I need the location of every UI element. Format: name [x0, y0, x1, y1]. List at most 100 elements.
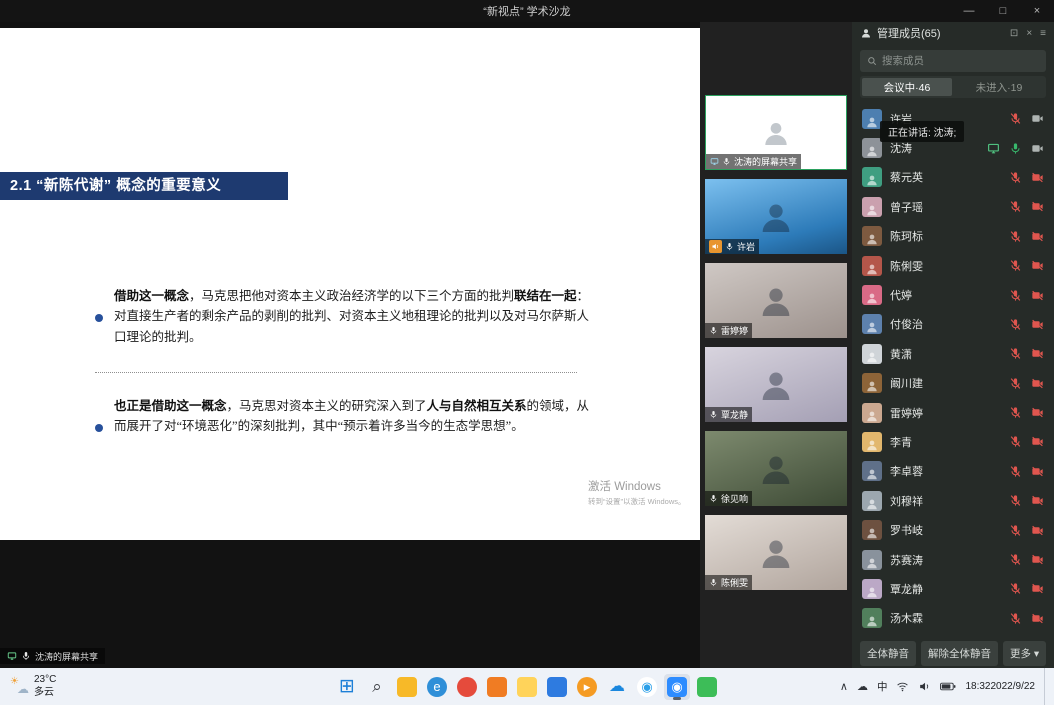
video-tile[interactable]: 覃龙静: [705, 347, 847, 422]
member-row[interactable]: 曾子瑶: [852, 192, 1054, 221]
camera-icon[interactable]: [1031, 259, 1044, 272]
battery-icon[interactable]: [940, 682, 956, 691]
mic-icon[interactable]: [1009, 171, 1022, 184]
mic-icon[interactable]: [1009, 318, 1022, 331]
mic-icon[interactable]: [1009, 435, 1022, 448]
app-glyph: ▸: [577, 677, 597, 697]
camera-icon[interactable]: [1031, 347, 1044, 360]
taskbar-app-icon[interactable]: [484, 674, 510, 700]
camera-icon[interactable]: [1031, 112, 1044, 125]
mic-icon[interactable]: [1009, 230, 1022, 243]
mic-icon[interactable]: [1009, 406, 1022, 419]
taskbar-app-icon[interactable]: ⌕: [364, 674, 390, 700]
mic-icon[interactable]: [1009, 524, 1022, 537]
mic-icon[interactable]: [1009, 553, 1022, 566]
mic-icon[interactable]: [1009, 347, 1022, 360]
taskbar-app-icon[interactable]: e: [424, 674, 450, 700]
clock-date: 2022/9/22: [991, 680, 1036, 693]
camera-icon[interactable]: [1031, 200, 1044, 213]
camera-icon[interactable]: [1031, 289, 1044, 302]
taskbar-app-icon[interactable]: [454, 674, 480, 700]
taskbar-app-icon[interactable]: ◉: [664, 674, 690, 700]
volume-icon[interactable]: [918, 680, 931, 693]
mic-icon[interactable]: [1009, 377, 1022, 390]
video-tile[interactable]: 徐见响: [705, 431, 847, 506]
member-action-button[interactable]: 全体静音: [860, 641, 916, 666]
mic-icon[interactable]: [1009, 259, 1022, 272]
member-row[interactable]: 罗书岐: [852, 515, 1054, 544]
member-row[interactable]: 李青: [852, 427, 1054, 456]
mic-icon[interactable]: [1009, 582, 1022, 595]
member-row[interactable]: 陈俐雯: [852, 251, 1054, 280]
taskbar-app-icon[interactable]: ⊞: [334, 674, 360, 700]
video-tile[interactable]: 雷婷婷: [705, 263, 847, 338]
member-row[interactable]: 蔡元英: [852, 163, 1054, 192]
member-row[interactable]: 阚川建: [852, 369, 1054, 398]
mic-icon[interactable]: [1009, 112, 1022, 125]
camera-icon[interactable]: [1031, 318, 1044, 331]
minimize-button[interactable]: —: [952, 0, 986, 22]
taskbar-app-icon[interactable]: [514, 674, 540, 700]
taskbar-app-icon[interactable]: [544, 674, 570, 700]
clock[interactable]: 18:32 2022/9/22: [965, 680, 1035, 693]
mic-icon[interactable]: [1009, 465, 1022, 478]
member-row[interactable]: 刘穆祥: [852, 486, 1054, 515]
taskbar-app-icon[interactable]: ◉: [634, 674, 660, 700]
camera-icon[interactable]: [1031, 465, 1044, 478]
camera-icon[interactable]: [1031, 406, 1044, 419]
taskbar-app-icon[interactable]: ▸: [574, 674, 600, 700]
show-desktop-button[interactable]: [1044, 668, 1048, 705]
close-panel-icon[interactable]: ×: [1026, 28, 1032, 39]
member-action-button[interactable]: 解除全体静音: [921, 641, 998, 666]
wifi-icon[interactable]: [896, 680, 909, 693]
taskbar-app-icon[interactable]: ☁: [604, 674, 630, 700]
video-tile[interactable]: 沈涛的屏幕共享: [705, 95, 847, 170]
member-row[interactable]: 黄潇: [852, 339, 1054, 368]
chevron-up-icon[interactable]: ∧: [840, 680, 848, 693]
app-glyph: [487, 677, 507, 697]
camera-icon[interactable]: [1031, 524, 1044, 537]
video-tile[interactable]: 陈俐雯: [705, 515, 847, 590]
panel-menu-icon[interactable]: ≡: [1040, 28, 1046, 39]
mic-icon[interactable]: [1009, 494, 1022, 507]
member-row[interactable]: 汤木霖: [852, 604, 1054, 632]
weather-widget[interactable]: ☀☁ 23°C 多云: [0, 674, 66, 699]
tile-label: 沈涛的屏幕共享: [706, 154, 801, 169]
close-button[interactable]: ×: [1020, 0, 1054, 22]
member-search-input[interactable]: [882, 55, 1039, 67]
member-row[interactable]: 雷婷婷: [852, 398, 1054, 427]
person-silhouette-icon: [760, 117, 792, 149]
participant-name: 雷婷婷: [721, 324, 748, 337]
camera-icon[interactable]: [1031, 494, 1044, 507]
member-row[interactable]: 陈珂标: [852, 222, 1054, 251]
member-action-button[interactable]: 更多 ▾: [1003, 641, 1046, 666]
tab-in-meeting[interactable]: 会议中·46: [862, 78, 952, 96]
camera-icon[interactable]: [1031, 142, 1044, 155]
camera-icon[interactable]: [1031, 230, 1044, 243]
ime-indicator[interactable]: 中: [877, 679, 888, 694]
popout-icon[interactable]: ⊡: [1010, 28, 1018, 39]
mic-icon[interactable]: [1009, 612, 1022, 625]
mic-icon[interactable]: [1009, 200, 1022, 213]
camera-icon[interactable]: [1031, 171, 1044, 184]
member-row[interactable]: 付俊治: [852, 310, 1054, 339]
member-row[interactable]: 苏赛涛: [852, 545, 1054, 574]
camera-icon[interactable]: [1031, 553, 1044, 566]
onedrive-cloud-icon[interactable]: ☁: [857, 680, 868, 693]
camera-icon[interactable]: [1031, 435, 1044, 448]
camera-icon[interactable]: [1031, 377, 1044, 390]
member-row[interactable]: 李卓蓉: [852, 457, 1054, 486]
tab-not-joined[interactable]: 未进入·19: [954, 78, 1044, 96]
member-search-box[interactable]: [860, 50, 1046, 72]
taskbar-app-icon[interactable]: [394, 674, 420, 700]
camera-icon[interactable]: [1031, 582, 1044, 595]
taskbar-app-icon[interactable]: [694, 674, 720, 700]
video-tile[interactable]: 许岩: [705, 179, 847, 254]
mic-icon[interactable]: [1009, 142, 1022, 155]
mic-icon[interactable]: [1009, 289, 1022, 302]
member-row[interactable]: 代婷: [852, 280, 1054, 309]
camera-icon[interactable]: [1031, 612, 1044, 625]
desktop: “新视点” 学术沙龙 — □ × 2.1 “新陈代谢” 概念的重要意义 借助这一…: [0, 0, 1054, 705]
maximize-button[interactable]: □: [986, 0, 1020, 22]
member-row[interactable]: 覃龙静: [852, 574, 1054, 603]
